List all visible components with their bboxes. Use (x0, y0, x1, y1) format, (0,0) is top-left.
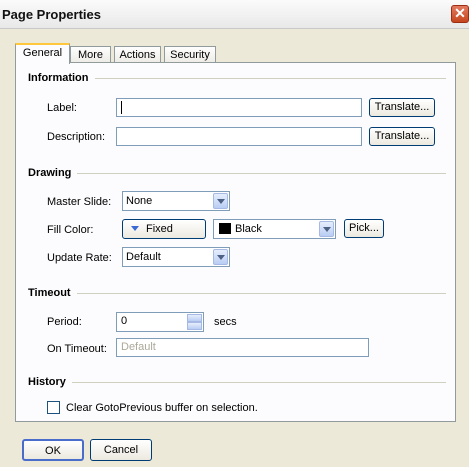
tab-more[interactable]: More (70, 46, 111, 63)
timeout-heading: Timeout (28, 287, 77, 299)
update-rate-caption: Update Rate: (47, 252, 112, 264)
master-slide-select[interactable]: None (122, 191, 230, 211)
tab-security[interactable]: Security (164, 46, 216, 63)
ok-button[interactable]: OK (22, 439, 84, 461)
tab-general[interactable]: General (15, 43, 70, 64)
drawing-heading: Drawing (28, 167, 78, 179)
fill-mode-button[interactable]: Fixed (122, 219, 206, 239)
chevron-down-icon[interactable] (319, 221, 334, 237)
spin-up-icon[interactable] (187, 314, 202, 322)
fill-color-value: Black (235, 223, 262, 235)
history-heading: History (28, 376, 72, 388)
on-timeout-field: Default (116, 338, 369, 357)
drawing-divider (28, 173, 446, 174)
triangle-down-icon (131, 226, 139, 231)
clear-gotoprevious-checkbox[interactable] (47, 401, 60, 414)
pick-color-button[interactable]: Pick... (344, 219, 384, 238)
close-icon[interactable]: ✕ (451, 5, 469, 23)
master-slide-value: None (126, 195, 153, 207)
label-translate-button[interactable]: Translate... (369, 98, 435, 117)
window-title: Page Properties (2, 7, 101, 22)
title-bar: Page Properties ✕ (0, 0, 469, 29)
information-heading: Information (28, 72, 95, 84)
period-value: 0 (121, 315, 128, 327)
color-swatch (219, 223, 231, 234)
spin-buttons[interactable] (187, 314, 202, 332)
chevron-down-icon[interactable] (213, 193, 228, 209)
fill-color-caption: Fill Color: (47, 224, 94, 236)
cancel-button[interactable]: Cancel (90, 439, 152, 461)
master-slide-caption: Master Slide: (47, 196, 112, 208)
timeout-divider (28, 293, 446, 294)
period-spinner[interactable]: 0 (116, 312, 204, 332)
history-divider (28, 382, 446, 383)
clear-gotoprevious-label[interactable]: Clear GotoPrevious buffer on selection. (66, 402, 258, 414)
spin-down-icon[interactable] (187, 322, 202, 330)
text-cursor (121, 100, 122, 114)
label-input[interactable] (116, 98, 362, 117)
period-caption: Period: (47, 316, 82, 328)
general-panel: Information Label: Translate... Descript… (15, 62, 456, 422)
tab-actions[interactable]: Actions (114, 46, 161, 63)
description-input[interactable] (116, 127, 362, 146)
description-translate-button[interactable]: Translate... (369, 127, 435, 146)
chevron-down-icon[interactable] (213, 249, 228, 265)
fill-mode-label: Fixed (146, 223, 173, 235)
on-timeout-caption: On Timeout: (47, 343, 107, 355)
secs-unit: secs (214, 316, 237, 328)
update-rate-value: Default (126, 251, 161, 263)
label-caption: Label: (47, 102, 77, 114)
fill-color-select[interactable]: Black (213, 219, 336, 239)
update-rate-select[interactable]: Default (122, 247, 230, 267)
description-caption: Description: (47, 131, 106, 143)
